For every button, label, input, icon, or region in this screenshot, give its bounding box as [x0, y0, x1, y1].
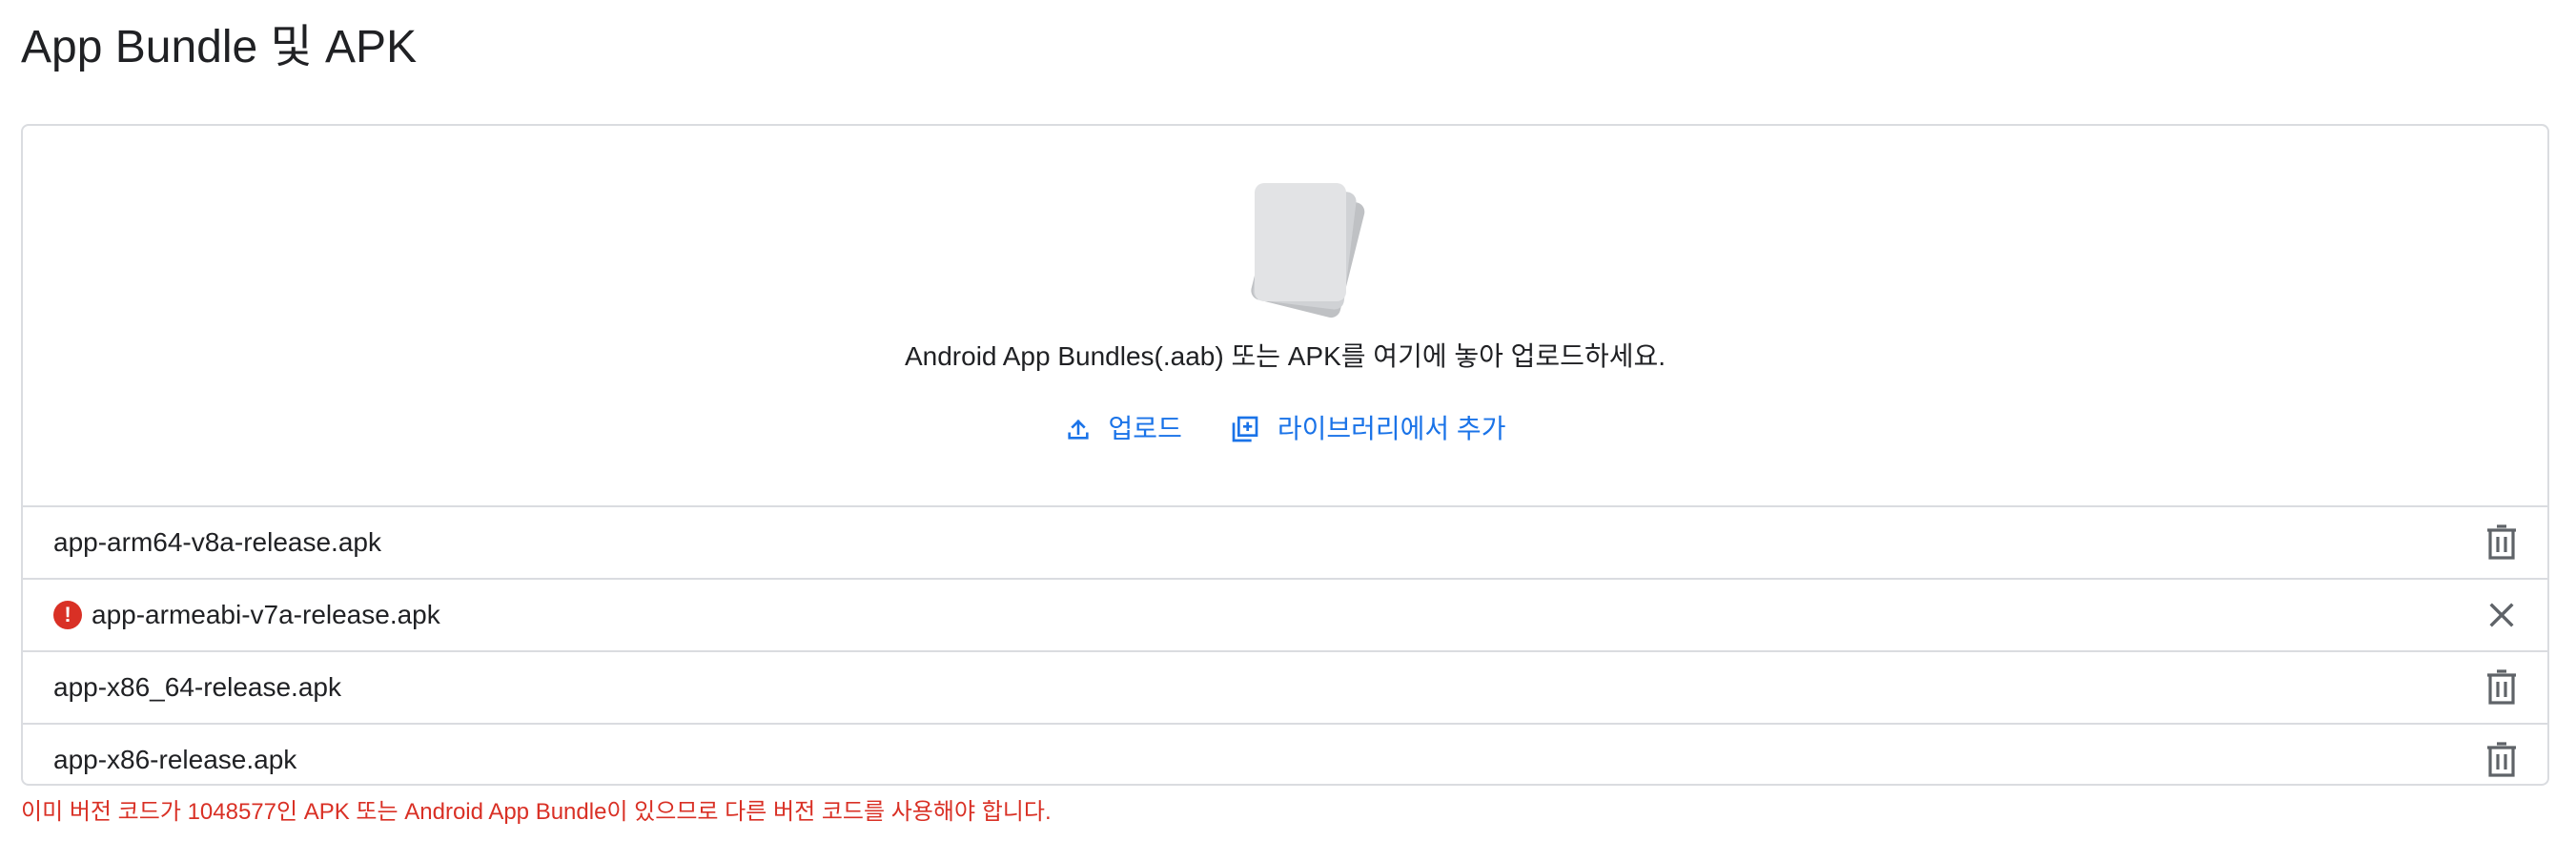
add-from-library-button[interactable]: 라이브러리에서 추가	[1230, 408, 1506, 450]
file-name: app-armeabi-v7a-release.apk	[92, 600, 440, 629]
file-name: app-arm64-v8a-release.apk	[53, 527, 381, 557]
dropzone-actions: 업로드 라이브러리에서 추가	[23, 408, 2547, 450]
upload-icon	[1067, 420, 1089, 440]
delete-icon	[2487, 669, 2516, 705]
delete-file-button[interactable]	[2481, 667, 2523, 708]
uploaded-file-list: app-arm64-v8a-release.apk ! app-armeabi-…	[23, 505, 2547, 784]
delete-file-button[interactable]	[2481, 739, 2523, 781]
file-row-error: ! app-armeabi-v7a-release.apk	[23, 580, 2547, 652]
delete-file-button[interactable]	[2481, 522, 2523, 564]
version-code-error-message: 이미 버전 코드가 1048577인 APK 또는 Android App Bu…	[21, 799, 1052, 825]
file-row: app-x86-release.apk	[23, 725, 2547, 784]
upload-button[interactable]: 업로드	[1065, 408, 1182, 450]
remove-file-button[interactable]	[2481, 594, 2523, 636]
library-add-icon	[1232, 416, 1258, 442]
file-row: app-arm64-v8a-release.apk	[23, 507, 2547, 580]
file-name: app-x86_64-release.apk	[53, 672, 341, 702]
delete-icon	[2487, 742, 2516, 777]
add-from-library-button-label: 라이브러리에서 추가	[1277, 414, 1506, 443]
delete-icon	[2487, 524, 2516, 560]
file-name: app-x86-release.apk	[53, 745, 297, 774]
dropzone-message: Android App Bundles(.aab) 또는 APK를 여기에 놓아…	[904, 341, 1666, 371]
upload-dropzone[interactable]: Android App Bundles(.aab) 또는 APK를 여기에 놓아…	[23, 126, 2547, 505]
stacked-documents-icon	[1251, 183, 1365, 318]
bundle-upload-card: Android App Bundles(.aab) 또는 APK를 여기에 놓아…	[21, 124, 2549, 786]
upload-button-label: 업로드	[1108, 414, 1182, 443]
error-icon: !	[53, 601, 82, 629]
close-icon	[2489, 603, 2514, 627]
page-title: App Bundle 및 APK	[21, 22, 418, 72]
file-row: app-x86_64-release.apk	[23, 652, 2547, 725]
